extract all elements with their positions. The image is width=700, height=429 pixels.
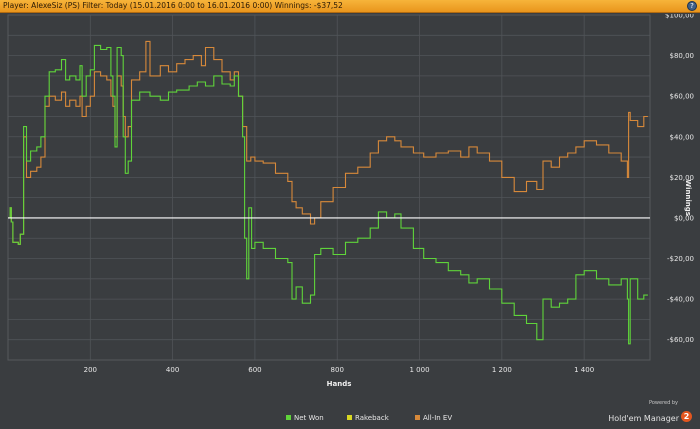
legend-item-all-in-ev: All-In EV — [415, 414, 452, 422]
hm2-logo-icon: 2 — [681, 411, 692, 422]
legend-item-rakeback: Rakeback — [347, 414, 390, 422]
legend-item-net-won: Net Won — [286, 414, 324, 422]
x-axis-title: Hands — [327, 380, 352, 388]
x-tick-label: 1 000 — [410, 366, 430, 374]
y-tick-label: -$20,00 — [667, 255, 694, 263]
x-tick-label: 1 400 — [574, 366, 594, 374]
x-tick-label: 800 — [331, 366, 344, 374]
plot-frame — [7, 14, 651, 361]
y-tick-label: -$40,00 — [667, 296, 694, 304]
legend-label: All-In EV — [423, 414, 452, 422]
y-tick-label: -$60,00 — [667, 336, 694, 344]
grid-lines — [7, 14, 651, 361]
legend-swatch — [286, 415, 291, 420]
y-tick-label: $60,00 — [670, 93, 695, 101]
series-lines — [8, 40, 648, 345]
series-line-all-in-ev — [8, 40, 648, 245]
y-tick-label: $100,00 — [665, 14, 694, 20]
x-tick-label: 200 — [84, 366, 97, 374]
branding: Powered by Hold'em Manager 2 — [608, 400, 692, 425]
y-tick-label: $40,00 — [670, 133, 695, 141]
legend-swatch — [415, 415, 420, 420]
x-tick-label: 600 — [248, 366, 261, 374]
legend-label: Rakeback — [355, 414, 390, 422]
winnings-chart: 200 400 600 800 1 000 1 200 1 400 $100,00 $80,0… — [7, 14, 695, 422]
x-tick-label: 400 — [166, 366, 179, 374]
legend-label: Net Won — [294, 414, 324, 422]
powered-by-text: Powered by — [649, 400, 678, 406]
graph-title: Player: AlexeSiz (PS) Filter: Today (15.… — [3, 1, 343, 10]
y-tick-label: $80,00 — [670, 52, 695, 60]
title-bar: Player: AlexeSiz (PS) Filter: Today (15.… — [0, 0, 700, 13]
legend-swatch — [347, 415, 352, 420]
product-name: Hold'em Manager — [608, 414, 679, 423]
help-button[interactable]: ? — [687, 1, 697, 11]
x-axis-ticks: 200 400 600 800 1 000 1 200 1 400 — [84, 366, 595, 374]
x-tick-label: 1 200 — [492, 366, 512, 374]
legend: Net Won Rakeback All-In EV — [286, 414, 452, 422]
y-axis-title: Winnings — [684, 179, 692, 216]
